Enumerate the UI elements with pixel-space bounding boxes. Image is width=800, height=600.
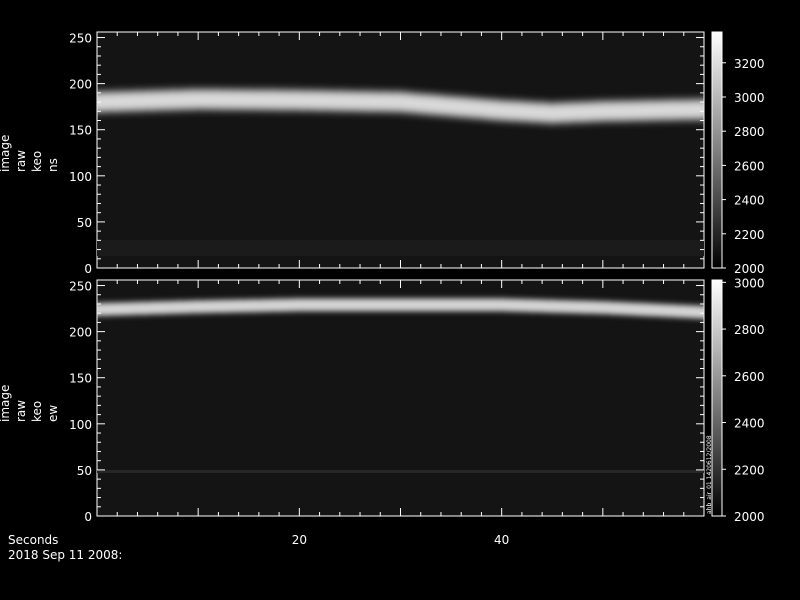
- y-label-line: image: [0, 135, 12, 172]
- colorbar-ticks-ns: 2000 2200 2400 2600 2800 3000 3200: [722, 57, 765, 276]
- y-label-line: ew: [46, 405, 60, 422]
- colorbar-tick-label: 2000: [734, 510, 765, 524]
- colorbar-tick-label: 2800: [734, 125, 765, 139]
- y-tick-label: 200: [69, 326, 92, 340]
- y-tick-label: 150: [69, 124, 92, 138]
- panel-ew: 0 50 100 150 200 250 image raw keo ew 2000 220…: [0, 276, 765, 524]
- keogram-figure: 050100150200250 image raw keo ns 2000220…: [0, 31, 765, 562]
- x-tick-label: 20: [292, 533, 307, 547]
- y-label-line: raw: [14, 400, 28, 422]
- colorbar-tick-label: 2200: [734, 228, 765, 242]
- plot-area-ns: [96, 31, 705, 269]
- x-tick-label: 40: [494, 533, 509, 547]
- colorbar-tick-label: 2000: [734, 262, 765, 276]
- y-label-line: raw: [14, 150, 28, 172]
- y-tick-label: 150: [69, 372, 92, 386]
- y-tick-label: 250: [69, 280, 92, 294]
- y-axis-label-ns: image raw keo ns: [0, 135, 60, 172]
- colorbar-ew: [711, 279, 723, 517]
- colorbar-tick-label: 2600: [734, 159, 765, 173]
- colorbar-ticks-ew: 2000 2200 2400 2600 2800 3000: [722, 276, 765, 524]
- colorbar-tick-label: 2600: [734, 370, 765, 384]
- colorbar-tick-label: 2400: [734, 417, 765, 431]
- side-annotation: ahb_air_01 1420612/2008: [706, 435, 713, 514]
- panel-ns: 0 50 100 150 200 250 image raw keo ns 2000 220…: [0, 31, 765, 276]
- colorbar-tick-label: 2200: [734, 463, 765, 477]
- colorbar-tick-label: 3200: [734, 57, 765, 71]
- y-tick-label: 0: [84, 262, 92, 276]
- colorbar-tick-label: 3000: [734, 91, 765, 105]
- colorbar-tick-label: 2800: [734, 323, 765, 337]
- date-label: 2018 Sep 11 2008:: [8, 548, 122, 562]
- y-tick-label: 250: [69, 32, 92, 46]
- x-axis-title: Seconds: [8, 533, 58, 547]
- y-tick-label: 50: [77, 464, 92, 478]
- y-label-line: image: [0, 385, 12, 422]
- y-label-line: ns: [46, 158, 60, 172]
- y-label-line: keo: [30, 151, 44, 172]
- y-tick-label: 0: [84, 510, 92, 524]
- colorbar-tick-label: 3000: [734, 276, 765, 290]
- colorbar-ns: [711, 31, 723, 269]
- y-label-line: keo: [30, 401, 44, 422]
- y-tick-label: 100: [69, 418, 92, 432]
- plot-area-ew: [96, 279, 705, 517]
- y-tick-label: 200: [69, 78, 92, 92]
- y-axis-label-ew: image raw keo ew: [0, 385, 60, 422]
- colorbar-tick-label: 2400: [734, 194, 765, 208]
- y-tick-label: 50: [77, 216, 92, 230]
- y-tick-label: 100: [69, 170, 92, 184]
- x-axis-labels: 20 40: [292, 533, 510, 547]
